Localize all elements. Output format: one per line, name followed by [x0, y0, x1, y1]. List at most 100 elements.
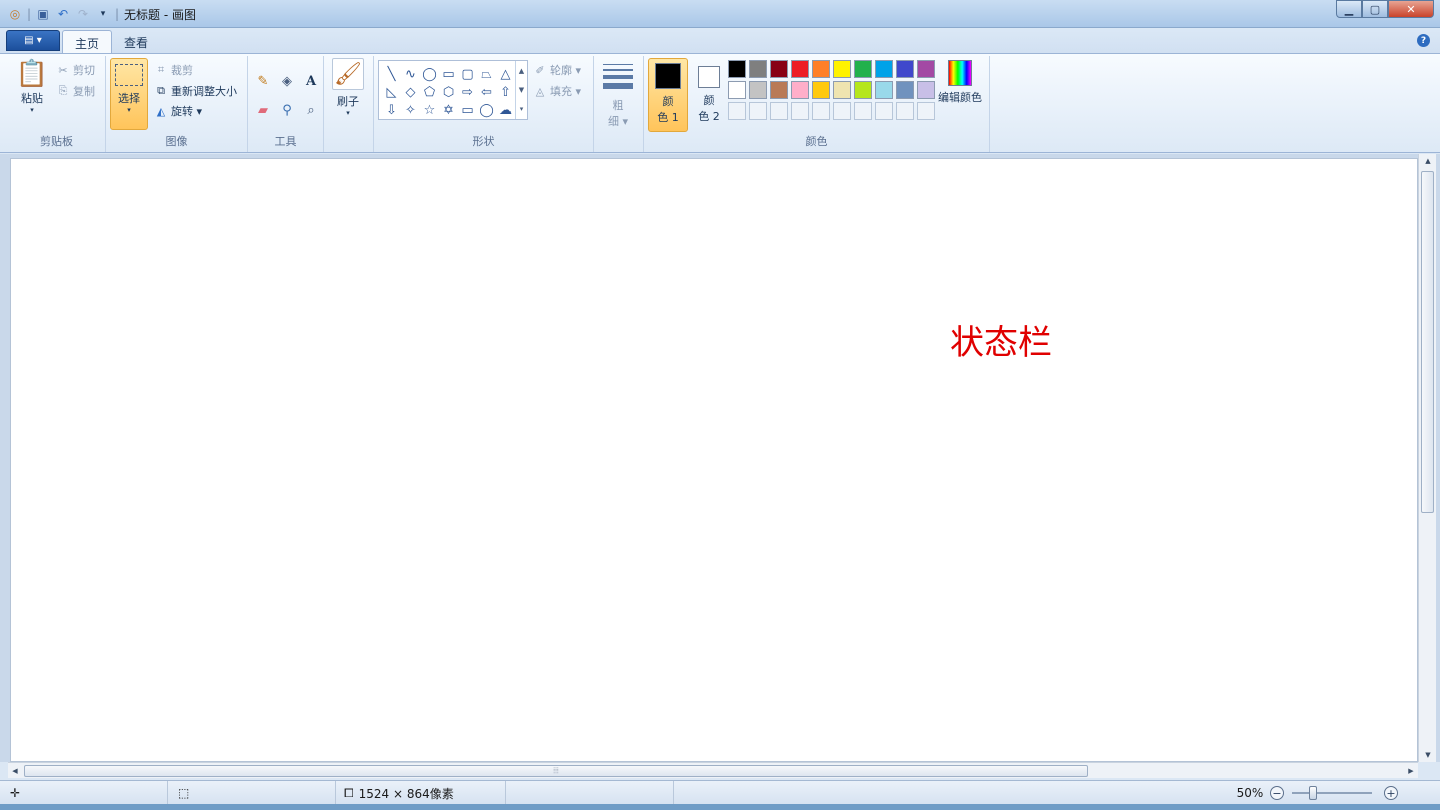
palette-color[interactable]	[728, 81, 746, 99]
up-arrow-shape-icon[interactable]: ⇧	[496, 83, 515, 101]
pencil-icon[interactable]: ✎	[252, 70, 274, 92]
down-arrow-shape-icon[interactable]: ⇩	[382, 101, 401, 119]
palette-color[interactable]	[875, 81, 893, 99]
five-point-star-shape-icon[interactable]: ☆	[420, 101, 439, 119]
close-button[interactable]: ✕	[1388, 0, 1434, 18]
palette-color[interactable]	[875, 60, 893, 78]
palette-color[interactable]	[770, 60, 788, 78]
edit-colors-button[interactable]: 编辑颜色	[936, 60, 984, 105]
palette-color[interactable]	[917, 60, 935, 78]
oval-shape-icon[interactable]: ◯	[420, 65, 439, 83]
custom-color-slot[interactable]	[728, 102, 746, 120]
palette-color[interactable]	[728, 60, 746, 78]
rect-callout-shape-icon[interactable]: ▭	[458, 101, 477, 119]
palette-color[interactable]	[854, 60, 872, 78]
resize-button[interactable]: ⧉ 重新调整大小	[154, 83, 237, 99]
zoom-in-icon[interactable]: +	[1384, 786, 1398, 800]
palette-color[interactable]	[791, 81, 809, 99]
palette-color[interactable]	[896, 81, 914, 99]
palette-color[interactable]	[812, 81, 830, 99]
right-triangle-shape-icon[interactable]: ◺	[382, 83, 401, 101]
expand-gallery-icon[interactable]: ▾	[520, 105, 524, 113]
copy-button[interactable]: ⎘ 复制	[56, 83, 95, 99]
palette-color[interactable]	[854, 81, 872, 99]
size-button[interactable]: 粗 细 ▾	[601, 60, 635, 129]
horizontal-scrollbar[interactable]: ◀ ⦙⦙⦙ ▶	[8, 762, 1418, 778]
color-picker-icon[interactable]: ⚲	[276, 99, 298, 121]
palette-color[interactable]	[833, 60, 851, 78]
curve-shape-icon[interactable]: ∿	[401, 65, 420, 83]
chevron-up-icon[interactable]: ▲	[519, 67, 524, 75]
palette-color[interactable]	[896, 60, 914, 78]
hexagon-shape-icon[interactable]: ⬡	[439, 83, 458, 101]
color1-button[interactable]: 颜 色 1	[648, 58, 688, 132]
rectangle-shape-icon[interactable]: ▭	[439, 65, 458, 83]
palette-color[interactable]	[770, 81, 788, 99]
right-arrow-shape-icon[interactable]: ⇨	[458, 83, 477, 101]
custom-color-slot[interactable]	[791, 102, 809, 120]
line-shape-icon[interactable]: ╲	[382, 65, 401, 83]
color2-button[interactable]: 颜 色 2	[692, 58, 726, 132]
pentagon-shape-icon[interactable]: ⬠	[420, 83, 439, 101]
magnifier-icon[interactable]: ⌕	[300, 99, 322, 121]
outline-button[interactable]: ✐ 轮廓 ▾	[532, 62, 581, 78]
custom-color-slot[interactable]	[854, 102, 872, 120]
zoom-slider-track[interactable]	[1292, 792, 1372, 794]
palette-color[interactable]	[833, 81, 851, 99]
eraser-icon[interactable]: ▰	[252, 99, 274, 121]
custom-color-slot[interactable]	[749, 102, 767, 120]
palette-color[interactable]	[749, 60, 767, 78]
vertical-scrollbar[interactable]: ▲ ▼	[1418, 154, 1436, 762]
custom-color-slot[interactable]	[812, 102, 830, 120]
shapes-scroll[interactable]: ▲ ▼ ▾	[515, 61, 527, 119]
custom-color-slot[interactable]	[917, 102, 935, 120]
crop-button[interactable]: ⌗ 裁剪	[154, 62, 193, 78]
brushes-button[interactable]: 🖌 刷子 ▾	[330, 58, 366, 117]
file-menu-button[interactable]: ▤ ▾	[6, 30, 60, 51]
app-icon[interactable]: ◎	[6, 6, 24, 22]
scroll-left-icon[interactable]: ◀	[8, 764, 22, 778]
palette-color[interactable]	[791, 60, 809, 78]
custom-color-slot[interactable]	[875, 102, 893, 120]
triangle-shape-icon[interactable]: △	[496, 65, 515, 83]
four-point-star-shape-icon[interactable]: ✧	[401, 101, 420, 119]
palette-color[interactable]	[749, 81, 767, 99]
cut-button[interactable]: ✂ 剪切	[56, 62, 95, 78]
rotate-button[interactable]: ◭ 旋转 ▾	[154, 103, 202, 119]
rounded-rectangle-shape-icon[interactable]: ▢	[458, 65, 477, 83]
palette-color[interactable]	[812, 60, 830, 78]
customize-icon[interactable]: ▾	[94, 6, 112, 22]
undo-icon[interactable]: ↶	[54, 6, 72, 22]
paste-button[interactable]: 📋 粘贴 ▾	[14, 58, 50, 114]
polygon-shape-icon[interactable]: ⏢	[477, 65, 496, 83]
diamond-shape-icon[interactable]: ◇	[401, 83, 420, 101]
zoom-slider-thumb[interactable]	[1309, 786, 1317, 800]
tab-view[interactable]: 查看	[112, 30, 160, 53]
scroll-up-icon[interactable]: ▲	[1419, 154, 1437, 168]
text-icon[interactable]: A	[300, 70, 322, 92]
custom-color-slot[interactable]	[896, 102, 914, 120]
scroll-down-icon[interactable]: ▼	[1419, 748, 1437, 762]
fill-bucket-icon[interactable]: ◈	[276, 70, 298, 92]
oval-callout-shape-icon[interactable]: ◯	[477, 101, 496, 119]
cloud-callout-shape-icon[interactable]: ☁	[496, 101, 515, 119]
minimize-button[interactable]: ▁	[1336, 0, 1362, 18]
left-arrow-shape-icon[interactable]: ⇦	[477, 83, 496, 101]
fill-button[interactable]: ◬ 填充 ▾	[532, 83, 581, 99]
zoom-out-icon[interactable]: −	[1270, 786, 1284, 800]
maximize-button[interactable]: ▢	[1362, 0, 1388, 18]
horizontal-scroll-thumb[interactable]: ⦙⦙⦙	[24, 765, 1088, 777]
custom-color-slot[interactable]	[770, 102, 788, 120]
help-icon[interactable]: ?	[1417, 34, 1430, 47]
scroll-right-icon[interactable]: ▶	[1404, 764, 1418, 778]
tab-home[interactable]: 主页	[62, 30, 113, 53]
palette-color[interactable]	[917, 81, 935, 99]
custom-color-slot[interactable]	[833, 102, 851, 120]
redo-icon[interactable]: ↷	[74, 6, 92, 22]
vertical-scroll-thumb[interactable]	[1421, 171, 1434, 513]
drawing-canvas[interactable]: 状态栏	[10, 158, 1418, 762]
six-point-star-shape-icon[interactable]: ✡	[439, 101, 458, 119]
chevron-down-icon[interactable]: ▼	[519, 86, 524, 94]
save-icon[interactable]: ▣	[34, 6, 52, 22]
select-button[interactable]: 选择 ▾	[110, 58, 148, 130]
